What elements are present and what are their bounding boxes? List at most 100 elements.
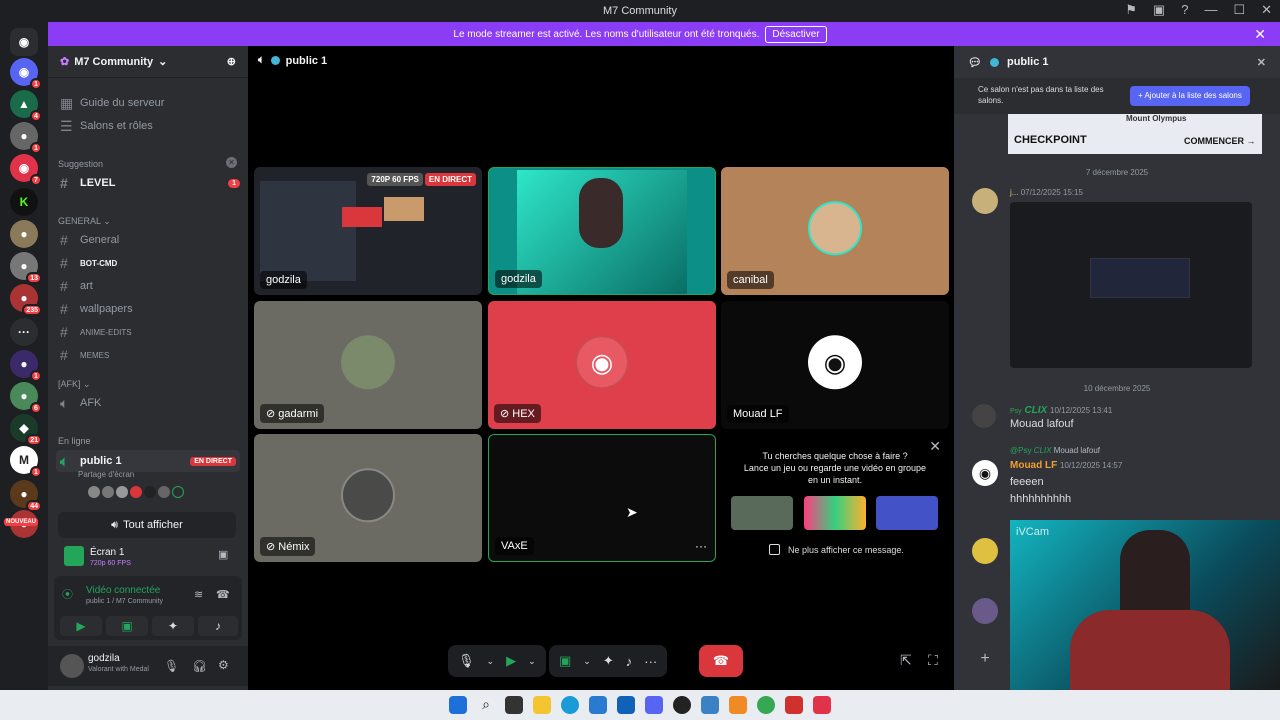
ad-cta[interactable]: COMMENCER → — [1184, 136, 1256, 146]
help-icon[interactable]: ? — [1181, 2, 1188, 18]
task-view-icon[interactable] — [505, 696, 523, 714]
screen-share-button[interactable]: ▣ — [106, 616, 148, 636]
voice-channel-public-1[interactable]: 🔈︎ public 1 EN DIRECT — [56, 450, 240, 472]
channel-anime-edits[interactable]: # ANIME-EDITS — [56, 321, 240, 343]
close-icon[interactable]: ✕ — [1257, 56, 1266, 69]
video-tile-nemix[interactable]: ⊘ Némix — [254, 434, 482, 562]
message-author[interactable]: j... — [1010, 188, 1018, 197]
add-to-list-button[interactable]: + Ajouter à la liste des salons — [1130, 86, 1250, 106]
add-attachment-icon[interactable]: + — [972, 650, 998, 676]
microphone-icon[interactable]: 🎙︎ — [164, 659, 179, 673]
video-tile-stream[interactable]: 720P 60 FPS EN DIRECT godzila — [254, 167, 482, 295]
headphones-icon[interactable]: 🎧︎ — [192, 659, 207, 673]
channel-afk[interactable]: 🔈︎ AFK — [56, 392, 240, 414]
camera-button[interactable]: ▶ — [60, 616, 102, 636]
chevron-down-icon[interactable]: ⌄ — [487, 656, 495, 667]
maximize-icon[interactable]: ☐ — [1233, 2, 1245, 18]
start-icon[interactable] — [449, 696, 467, 714]
screen-share-icon[interactable]: ▣ — [559, 653, 571, 669]
channel-bot-cmd[interactable]: # BOT-CMD — [56, 252, 240, 274]
server-icon[interactable]: ● 44 — [10, 480, 42, 512]
store-icon[interactable] — [589, 696, 607, 714]
category-afk[interactable]: [AFK] ⌄ — [58, 379, 91, 390]
reply-preview[interactable]: @Psy CLIX Mouad lafouf — [1010, 446, 1100, 455]
message-author[interactable]: CLIX — [1024, 405, 1047, 416]
voice-participants[interactable] — [88, 486, 184, 498]
app-icon[interactable] — [813, 696, 831, 714]
video-tile-canibal[interactable]: canibal — [721, 167, 949, 295]
app-icon[interactable] — [785, 696, 803, 714]
video-tile-vaxe[interactable]: VAxE ··· — [488, 434, 716, 562]
m7-server-icon[interactable]: M1 — [10, 446, 42, 478]
discord-home-icon[interactable]: ◉ — [10, 28, 38, 56]
server-icon[interactable]: ▲ 4 — [10, 90, 42, 122]
dont-show-checkbox[interactable]: Ne plus afficher ce message. — [769, 544, 904, 555]
activities-button[interactable]: ✦ — [152, 616, 194, 636]
video-tile-camera[interactable]: godzila — [488, 167, 716, 295]
pop-out-icon[interactable]: ⇱ — [900, 652, 912, 669]
inbox-icon[interactable]: ▣ — [1153, 2, 1165, 18]
activities-icon[interactable]: ✦ — [603, 653, 614, 669]
avatar[interactable] — [972, 538, 998, 564]
discord-avatar-icon[interactable]: ◉ — [972, 460, 998, 486]
flag-icon[interactable]: ⚑ — [1125, 2, 1137, 18]
soundboard-button[interactable]: ♪ — [198, 616, 238, 636]
invite-icon[interactable]: ⊕ — [227, 55, 236, 68]
server-guide-link[interactable]: ▦ Guide du serveur — [56, 92, 240, 114]
disconnect-icon[interactable]: ☎ — [216, 588, 230, 601]
file-explorer-icon[interactable] — [533, 696, 551, 714]
noise-suppression-icon[interactable]: ≋ — [194, 588, 203, 601]
more-icon[interactable]: ··· — [644, 654, 657, 669]
checkbox-icon[interactable] — [769, 544, 780, 555]
hang-up-button[interactable]: ☎ — [699, 645, 743, 677]
gear-icon[interactable]: ⚙ — [218, 658, 229, 672]
voice-location[interactable]: public 1 / M7 Community — [86, 598, 163, 605]
avatar[interactable] — [972, 188, 998, 214]
discord-taskbar-icon[interactable] — [645, 696, 663, 714]
outlook-icon[interactable] — [617, 696, 635, 714]
chevron-down-icon[interactable]: ⌄ — [583, 656, 591, 667]
message-author[interactable]: Mouad LF — [1010, 460, 1057, 471]
show-all-button[interactable]: 🔊︎ Tout afficher — [58, 512, 236, 538]
dismiss-suggestion-icon[interactable]: ✕ — [226, 157, 237, 168]
video-tile-gadarmi[interactable]: ⊘ gadarmi — [254, 301, 482, 429]
channel-memes[interactable]: # MEMES — [56, 344, 240, 366]
server-icon[interactable]: ● 235 — [10, 284, 42, 316]
avatar[interactable] — [60, 654, 84, 678]
video-tile-hex[interactable]: ◉ ⊘ HEX — [488, 301, 716, 429]
server-icon[interactable]: ◆ 21 — [10, 414, 42, 446]
message-image[interactable] — [1010, 202, 1252, 368]
checkpoint-ad[interactable]: Mount Olympus CHECKPOINT COMMENCER → — [1008, 114, 1262, 154]
activity-card[interactable] — [731, 496, 793, 530]
more-servers-icon[interactable]: ··· — [10, 318, 38, 346]
edge-icon[interactable] — [561, 696, 579, 714]
fullscreen-icon[interactable]: ⛶ — [928, 652, 938, 669]
server-icon[interactable]: ● 6 — [10, 382, 42, 414]
avatar[interactable] — [972, 404, 996, 428]
chevron-down-icon[interactable]: ⌄ — [528, 656, 536, 667]
minimize-icon[interactable]: — — [1204, 2, 1217, 18]
close-window-icon[interactable]: ✕ — [1261, 2, 1272, 18]
channel-level[interactable]: # LEVEL 1 — [56, 172, 240, 194]
camera-icon[interactable]: ▶ — [506, 653, 516, 669]
kick-server-icon[interactable]: K — [10, 188, 38, 216]
channel-general[interactable]: # General — [56, 229, 240, 251]
channels-roles-link[interactable]: ☰ Salons et rôles — [56, 115, 240, 137]
activity-card[interactable] — [876, 496, 938, 530]
avatar[interactable] — [972, 598, 998, 624]
category-general[interactable]: GENERAL ⌄ — [58, 216, 111, 227]
microphone-icon[interactable]: 🎙︎ — [458, 653, 475, 669]
activity-card[interactable] — [804, 496, 866, 530]
close-banner-icon[interactable]: ✕ — [1254, 26, 1266, 43]
server-icon[interactable]: ● 1 — [10, 122, 42, 154]
server-icon[interactable]: ● 1 — [10, 350, 42, 382]
disable-streamer-button[interactable]: Désactiver — [765, 25, 827, 43]
server-icon[interactable]: ● — [10, 220, 38, 248]
stop-stream-icon[interactable]: ▣ — [218, 548, 228, 561]
chrome-icon[interactable] — [757, 696, 775, 714]
app-icon[interactable] — [701, 696, 719, 714]
server-icon[interactable]: ● 13 — [10, 252, 42, 284]
microphone-app-icon[interactable] — [729, 696, 747, 714]
server-header[interactable]: ✿ M7 Community ⌄ ⊕ — [48, 46, 248, 78]
channel-art[interactable]: # art — [56, 275, 240, 297]
